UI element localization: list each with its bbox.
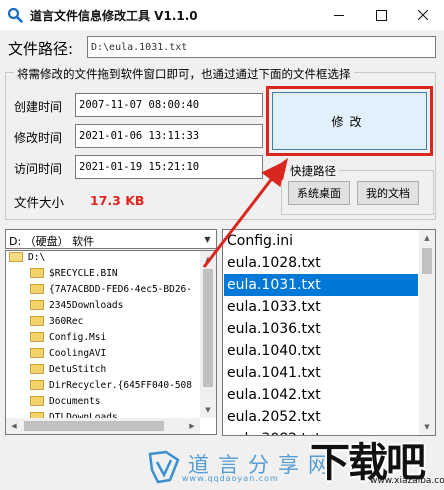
- list-item[interactable]: eula.1041.txt: [224, 362, 418, 384]
- list-item[interactable]: eula.1033.txt: [224, 296, 418, 318]
- scroll-thumb[interactable]: [24, 421, 164, 431]
- list-item[interactable]: eula.2052.txt: [224, 406, 418, 428]
- file-list[interactable]: Config.ini eula.1028.txt eula.1031.txt e…: [222, 229, 436, 436]
- tree-item[interactable]: $RECYCLE.BIN: [30, 267, 118, 285]
- list-item-selected[interactable]: eula.1031.txt: [224, 274, 418, 296]
- drive-select-value: D: （硬盘） 软件: [9, 235, 95, 248]
- folder-icon: [30, 363, 44, 374]
- tree-item[interactable]: 360Rec: [30, 315, 83, 333]
- tree-vertical-scrollbar[interactable]: ▲ ▼: [200, 251, 216, 418]
- close-icon: [418, 10, 428, 20]
- path-field[interactable]: D:\eula.1031.txt: [87, 36, 436, 58]
- folder-icon: [30, 379, 44, 390]
- created-time-field[interactable]: 2007-11-07 08:00:40: [75, 93, 263, 117]
- tree-item[interactable]: CoolingAVI: [30, 347, 106, 365]
- folder-icon: [30, 347, 44, 358]
- tree-item-root[interactable]: D:\: [9, 251, 45, 269]
- group-legend: 将需修改的文件拖到软件窗口即可，也通过通过下面的文件框选择: [14, 66, 354, 82]
- minimize-icon: [334, 15, 344, 16]
- tree-item[interactable]: Config.Msi: [30, 331, 106, 349]
- scroll-down-icon[interactable]: ▼: [200, 402, 216, 418]
- download-site-url: www.xiazaiba.com: [370, 476, 444, 486]
- tree-item[interactable]: 2345Downloads: [30, 299, 123, 317]
- desktop-button[interactable]: 系统桌面: [288, 181, 350, 205]
- scroll-left-icon[interactable]: ◀: [6, 418, 22, 434]
- modify-button[interactable]: 修改: [272, 92, 427, 150]
- scroll-up-icon[interactable]: ▲: [200, 251, 216, 267]
- list-item[interactable]: eula.1036.txt: [224, 318, 418, 340]
- tree-horizontal-scrollbar[interactable]: ◀ ▶: [6, 418, 200, 434]
- path-label: 文件路径:: [8, 40, 74, 58]
- list-item[interactable]: Config.ini: [224, 230, 418, 252]
- drive-select[interactable]: D: （硬盘） 软件 ▼: [5, 229, 217, 249]
- folder-icon: [30, 315, 44, 326]
- modified-time-field[interactable]: 2021-01-06 13:11:33: [75, 124, 263, 148]
- chevron-down-icon[interactable]: ▼: [199, 230, 216, 248]
- folder-tree[interactable]: D:\ $RECYCLE.BIN {7A7ACBDD-FED6-4ec5-BD2…: [5, 250, 217, 435]
- open-folder-icon: [9, 251, 23, 262]
- folder-icon: [30, 299, 44, 310]
- tree-item[interactable]: DirRecycler.{645FF040-508: [30, 379, 192, 397]
- quick-path-legend: 快捷路径: [287, 163, 339, 179]
- scroll-right-icon[interactable]: ▶: [184, 418, 200, 434]
- minimize-button[interactable]: [318, 0, 360, 30]
- folder-icon: [30, 331, 44, 342]
- file-size-value: 17.3 KB: [90, 193, 145, 208]
- site-logo-icon: [148, 450, 180, 484]
- scroll-thumb[interactable]: [203, 269, 213, 387]
- tree-item[interactable]: {7A7ACBDD-FED6-4ec5-BD26-: [30, 283, 192, 301]
- tree-item[interactable]: Documents: [30, 395, 100, 413]
- title-bar[interactable]: 道言文件信息修改工具 V1.1.0: [0, 0, 444, 30]
- list-item[interactable]: eula.1028.txt: [224, 252, 418, 274]
- close-button[interactable]: [402, 0, 444, 30]
- tree-item[interactable]: DetuStitch: [30, 363, 106, 381]
- file-list-scrollbar[interactable]: ▲ ▼: [419, 230, 435, 435]
- folder-icon: [30, 267, 44, 278]
- folder-icon: [30, 395, 44, 406]
- folder-icon: [30, 283, 44, 294]
- list-item[interactable]: eula.1042.txt: [224, 384, 418, 406]
- documents-button[interactable]: 我的文档: [357, 181, 419, 205]
- accessed-time-label: 访问时间: [14, 162, 63, 176]
- maximize-button[interactable]: [360, 0, 402, 30]
- scroll-up-icon[interactable]: ▲: [419, 230, 435, 246]
- modified-time-label: 修改时间: [14, 131, 63, 145]
- window-title: 道言文件信息修改工具 V1.1.0: [30, 9, 198, 23]
- file-size-label: 文件大小: [14, 195, 65, 210]
- accessed-time-field[interactable]: 2021-01-19 15:21:10: [75, 155, 263, 179]
- search-app-icon: [7, 7, 23, 23]
- created-time-label: 创建时间: [14, 100, 63, 114]
- maximize-icon: [376, 10, 387, 21]
- scroll-thumb[interactable]: [422, 248, 432, 274]
- watermark-url: www.qqdaoyan.com: [182, 474, 279, 483]
- list-item[interactable]: eula.1040.txt: [224, 340, 418, 362]
